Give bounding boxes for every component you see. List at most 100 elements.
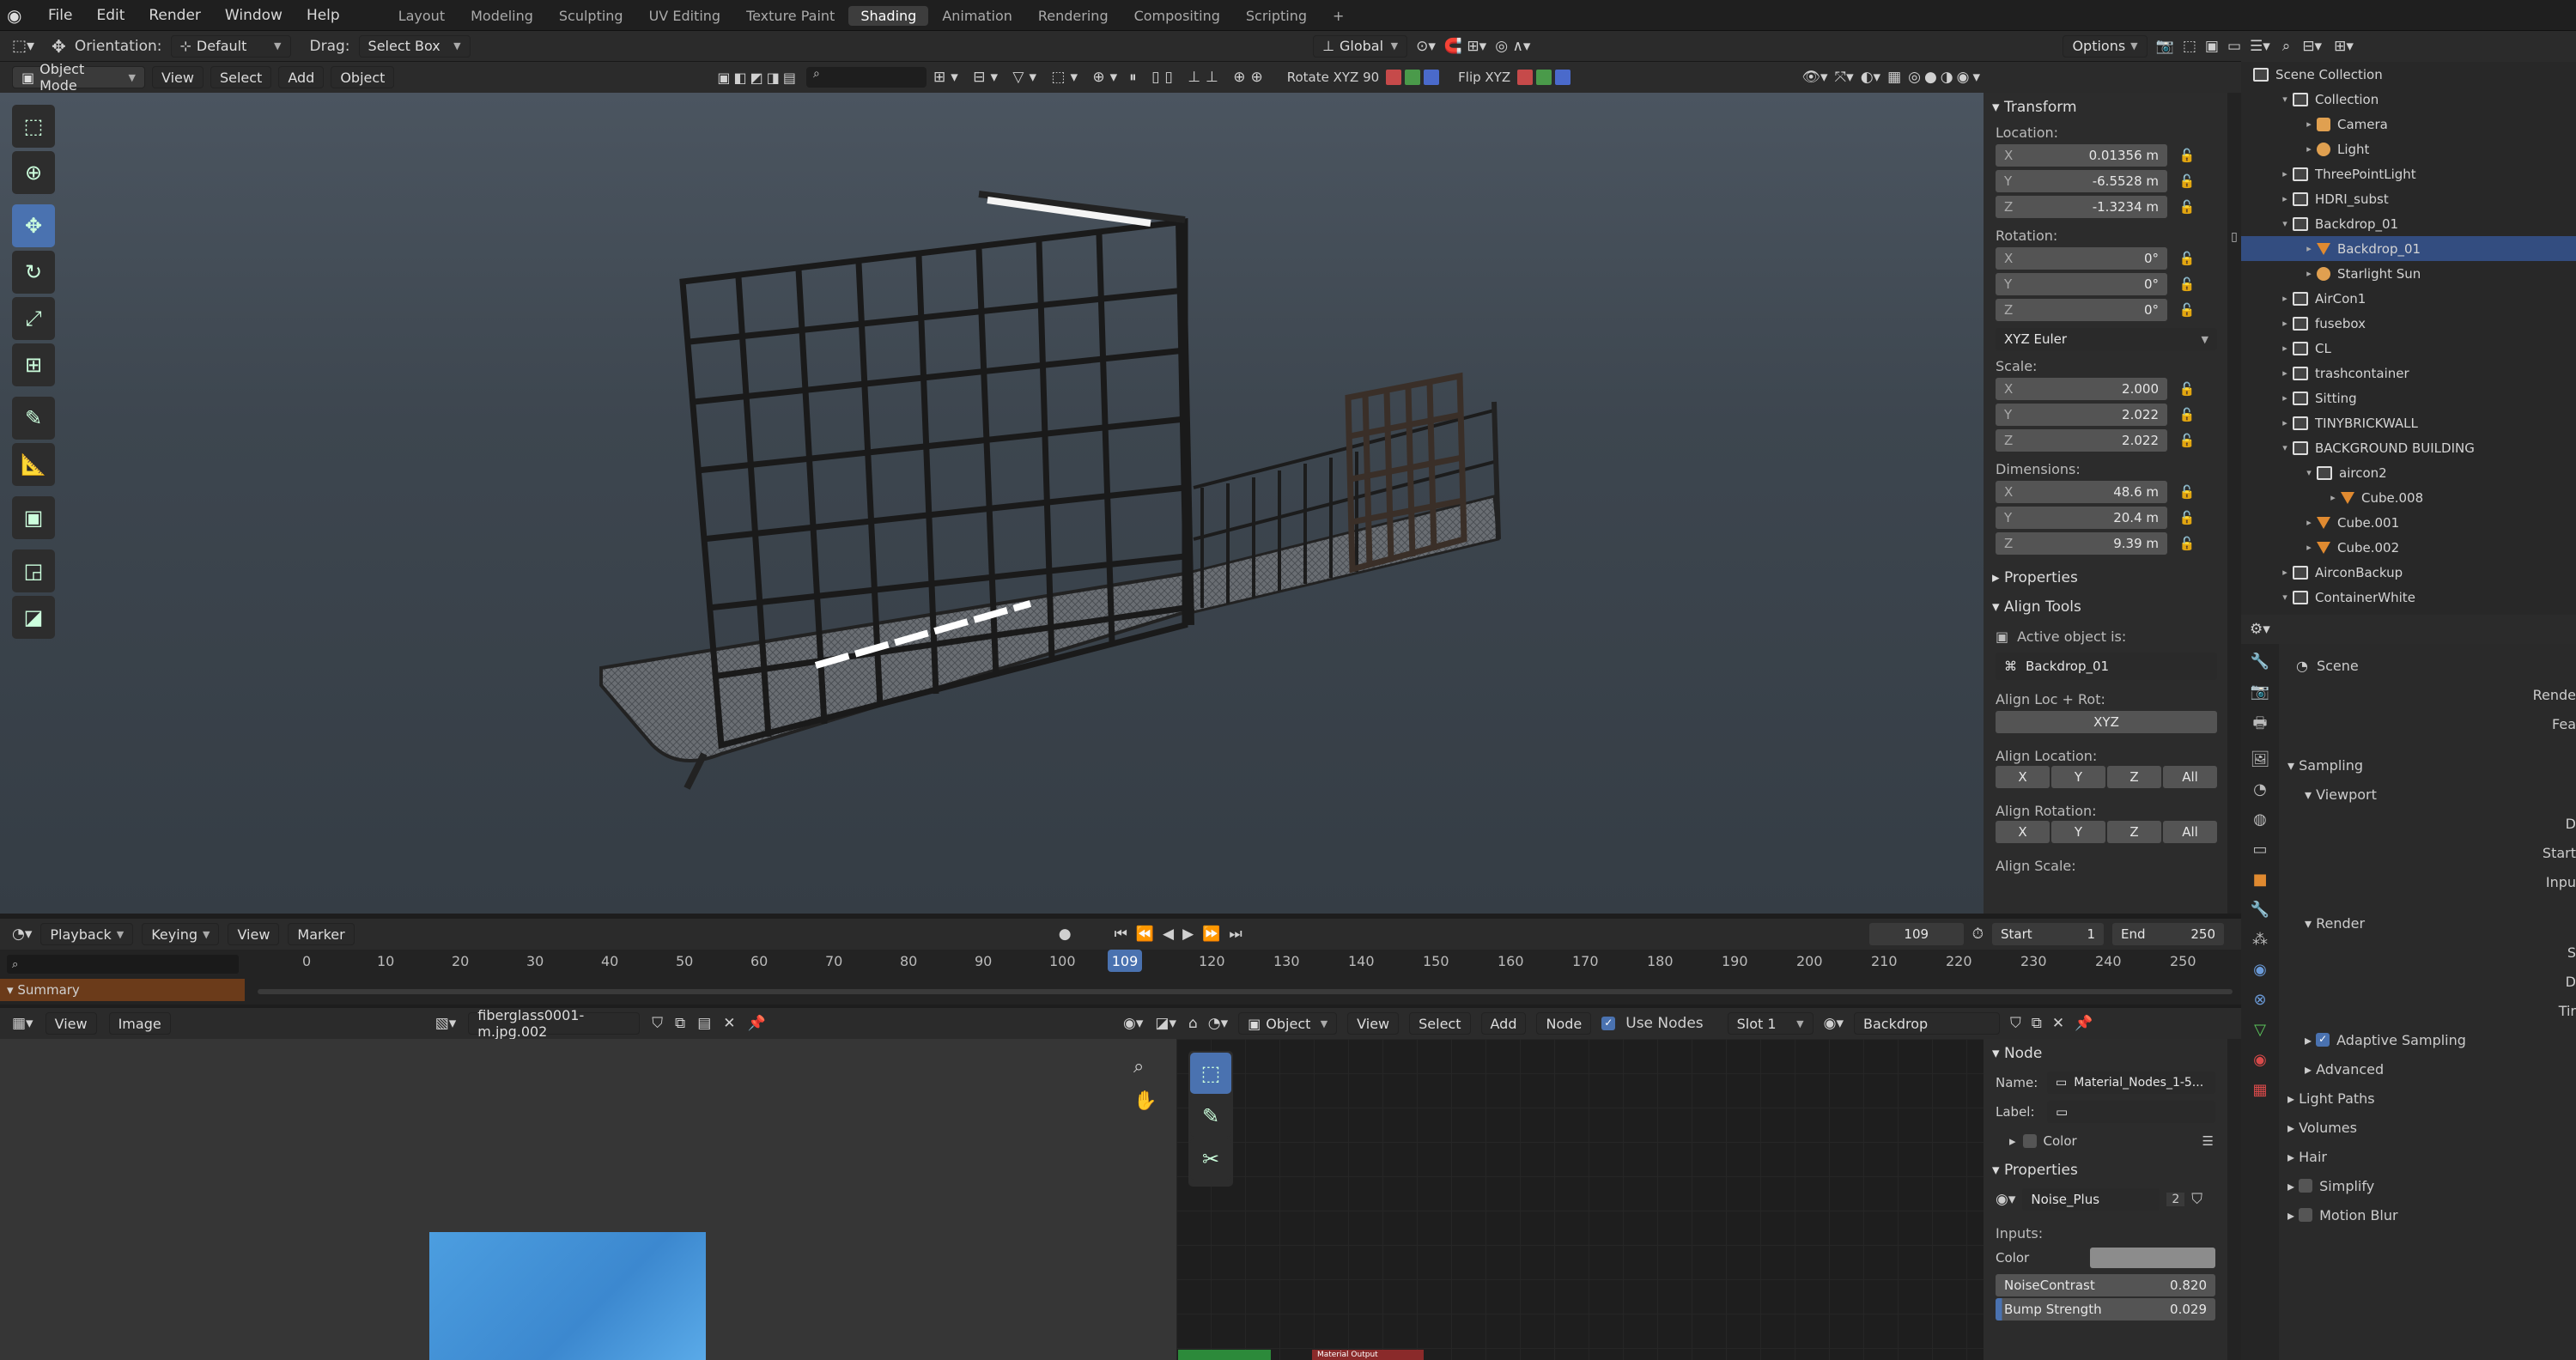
summary-channel[interactable]: ▾ Summary [0,979,245,1001]
expand-toggle-icon[interactable]: ▸ [2301,243,2317,254]
zoom-icon[interactable]: ⌕ [1133,1056,1144,1078]
tab-animation[interactable]: Animation [930,6,1024,26]
visibility-icon[interactable]: 👁▾ [1801,69,1827,86]
node-name-field[interactable]: ▭ Material_Nodes_1-5... [2047,1072,2215,1094]
lock-icon[interactable]: 🔓 [2178,275,2196,294]
outliner-row[interactable]: ▾ aircon2 [2241,460,2576,485]
image-canvas[interactable]: ⌕ ✋ [0,1039,1176,1360]
node-select-tool[interactable]: ⬚ [1190,1053,1231,1094]
menu-render[interactable]: Render [137,7,213,24]
node-add-menu[interactable]: Add [1480,1012,1527,1035]
transform-tool[interactable]: ⊞ [12,343,55,386]
material-browse-icon[interactable]: ◉▾ [1824,1015,1844,1032]
node-home-icon[interactable]: ⌂ [1188,1015,1198,1032]
dimensions-x-field[interactable]: X 48.6 m [1996,481,2167,503]
marker-menu[interactable]: Marker [288,923,355,945]
properties-panel-header[interactable]: ▸ Properties [1984,563,2233,592]
expand-toggle-icon[interactable]: ▾ [2301,467,2317,478]
output-tab-icon[interactable]: 🖶 [2253,713,2268,738]
outliner-filter-icon[interactable]: ⊟▾ [2302,38,2322,55]
expand-toggle-icon[interactable]: ▸ [2301,517,2317,528]
gizmo-icon[interactable]: ⤧▾ [1835,69,1854,86]
lock-icon[interactable]: 🔓 [2178,508,2196,527]
node-canvas[interactable]: ⬚ ✎ ✂ Material Output [1176,1039,1984,1360]
annotate-tool[interactable]: ✎ [12,397,55,440]
image-view-menu[interactable]: View [45,1012,97,1035]
playback-menu[interactable]: Playback ▼ [40,923,134,945]
rotation-x-field[interactable]: X 0° [1996,247,2167,270]
proportional-icon[interactable]: ◎ ∧▾ [1495,38,1530,55]
bump-strength-field[interactable]: Bump Strength 0.029 [1996,1298,2215,1321]
expand-toggle-icon[interactable]: ▾ [2277,442,2293,453]
transform-orientation-dropdown[interactable]: ⊥ Global ▼ [1313,34,1408,58]
tab-compositing[interactable]: Compositing [1122,6,1232,26]
location-z-field[interactable]: Z -1.3234 m [1996,196,2167,218]
sampling-panel-header[interactable]: ▾ Sampling [2279,750,2576,780]
open-image-icon[interactable]: ▤ [697,1015,711,1032]
pivot-icon[interactable]: ⊙▾ [1416,38,1436,55]
lock-icon[interactable]: 🔓 [2178,483,2196,501]
outliner-row[interactable]: ▸ CL [2241,336,2576,361]
current-frame-field[interactable]: 109 [1868,923,1964,945]
scene-icon[interactable]: ⬚ [2183,38,2196,55]
outliner-row[interactable]: ▸ Sitting [2241,386,2576,410]
lock-icon[interactable]: 🔓 [2178,431,2196,450]
dimensions-z-field[interactable]: Z 9.39 m [1996,532,2167,555]
collection-tab-icon[interactable]: ▭ [2252,841,2267,859]
move-tool[interactable]: ✥ [12,204,55,247]
node-color-row[interactable]: ▸ Color ☰ [1984,1126,2227,1156]
image-name-field[interactable]: fiberglass0001-m.jpg.002 [468,1007,641,1040]
material-unlink-icon[interactable]: ✕ [2052,1015,2064,1032]
node-editor-type-icon[interactable]: ◔▾ [1208,1015,1228,1032]
expand-toggle-icon[interactable]: ▸ [2325,492,2341,503]
viewport-menu-view[interactable]: View [152,66,204,88]
material-name-field[interactable]: Backdrop [1854,1012,2001,1035]
shading-modes-icon[interactable]: ◎●◑◉▾ [1908,69,1984,86]
expand-toggle-icon[interactable]: ▸ [2277,193,2293,204]
lock-icon[interactable]: 🔓 [2178,301,2196,319]
outliner-row[interactable]: ▾ BACKGROUND BUILDING [2241,435,2576,460]
expand-toggle-icon[interactable]: ▾ [2277,592,2293,603]
outliner-type-icon[interactable]: ☰▾ [2250,38,2270,55]
node-group-browse-icon[interactable]: ◉▾ [1996,1191,2015,1208]
menu-window[interactable]: Window [213,7,295,24]
timeline-search-input[interactable]: ⌕ [7,955,239,974]
lock-icon[interactable]: 🔓 [2178,249,2196,268]
expand-toggle-icon[interactable]: ▸ [2277,343,2293,354]
image-editor-type-icon[interactable]: ▦▾ [12,1015,33,1032]
expand-toggle-icon[interactable]: ▸ [2301,118,2317,130]
color-input-swatch[interactable] [2090,1248,2215,1268]
3d-viewport[interactable]: ⬚ ⊕ ✥ ↻ ⤢ ⊞ ✎ 📐 ▣ ◲ ◪ [0,93,1984,914]
unlink-image-icon[interactable]: ✕ [723,1015,735,1032]
align-xyz-button[interactable]: XYZ [1996,711,2217,733]
rotation-y-field[interactable]: Y 0° [1996,273,2167,295]
simplify-panel[interactable]: ▸ Simplify [2279,1171,2576,1200]
menu-edit[interactable]: Edit [84,7,137,24]
node-node-menu[interactable]: Node [1536,1012,1592,1035]
rotation-mode-dropdown[interactable]: XYZ Euler ▼ [1996,328,2217,350]
playback-controls[interactable]: ⏮⏪◀▶⏩⏭ [1115,926,1251,943]
outliner-row[interactable]: ▸ Light [2241,137,2576,161]
tab-rendering[interactable]: Rendering [1026,6,1121,26]
outliner-row[interactable]: ▸ TINYBRICKWALL [2241,410,2576,435]
image-browse-icon[interactable]: ▧▾ [435,1015,457,1032]
outliner-row[interactable]: ▸ ThreePointLight [2241,161,2576,186]
node-group-field[interactable]: Noise_Plus [2022,1188,2160,1211]
fake-user-icon[interactable]: ⛉ [652,1015,663,1032]
active-object-field[interactable]: ⌘ Backdrop_01 [1996,653,2217,680]
material-fake-user-icon[interactable]: ⛉ [2010,1015,2021,1032]
editor-type-icon[interactable]: ⬚▾ [12,37,34,55]
tab-item[interactable]: ▯ [2227,230,2241,244]
cursor-tool[interactable]: ⊕ [12,151,55,194]
volumes-panel[interactable]: ▸ Volumes [2279,1113,2576,1142]
viewport-subpanel-header[interactable]: ▾ Viewport [2279,780,2576,809]
expand-toggle-icon[interactable]: ▸ [2277,168,2293,179]
inset-tool[interactable]: ◪ [12,596,55,639]
node-select-menu[interactable]: Select [1409,1012,1471,1035]
clock-icon[interactable]: ⏱ [1972,926,1984,943]
transform-panel-header[interactable]: ▾ Transform [1984,93,2233,122]
align-tools-panel-header[interactable]: ▾ Align Tools [1984,592,2233,622]
expand-toggle-icon[interactable]: ▸ [2277,392,2293,404]
end-frame-field[interactable]: End 250 [2112,923,2224,945]
node-annotate-tool[interactable]: ✎ [1190,1096,1231,1137]
